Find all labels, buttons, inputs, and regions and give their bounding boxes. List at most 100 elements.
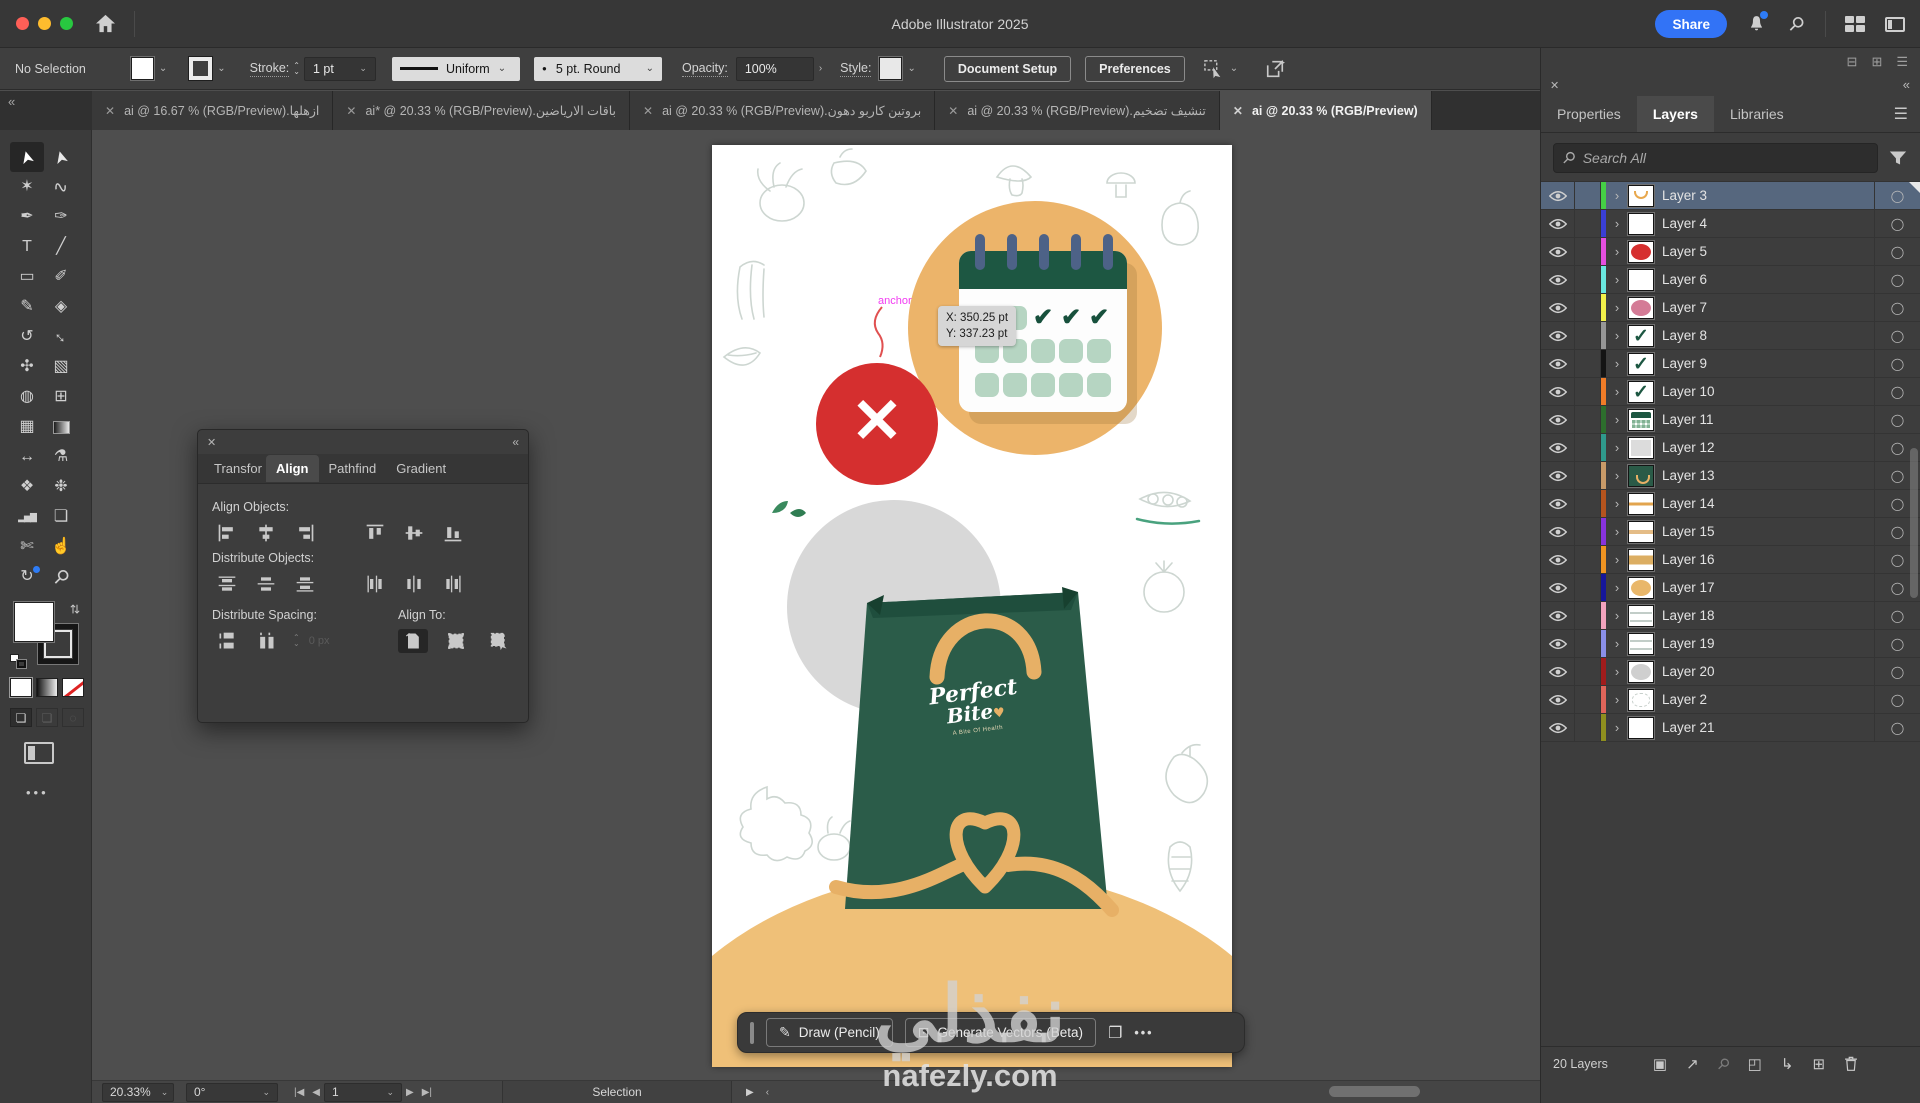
swap-fill-stroke-icon[interactable]: ⇄	[68, 604, 82, 614]
stroke-color-swatch[interactable]	[189, 57, 212, 80]
eyedropper-tool[interactable]: ⚗	[44, 442, 78, 472]
new-sublayer-icon[interactable]: ↳	[1781, 1055, 1794, 1073]
layer-target-icon[interactable]: ◯	[1874, 182, 1920, 209]
layer-target-icon[interactable]: ◯	[1874, 686, 1920, 713]
expand-chevron-icon[interactable]: ›	[1606, 328, 1628, 343]
layer-target-icon[interactable]: ◯	[1874, 210, 1920, 237]
layer-name[interactable]: Layer 5	[1654, 244, 1874, 259]
fill-proxy-swatch[interactable]	[14, 602, 54, 642]
lock-toggle-cell[interactable]	[1575, 350, 1601, 377]
layer-row[interactable]: › Layer 18 ◯	[1541, 602, 1920, 630]
lock-toggle-cell[interactable]	[1575, 518, 1601, 545]
lock-toggle-cell[interactable]	[1575, 686, 1601, 713]
color-button[interactable]	[10, 678, 32, 697]
layer-thumbnail[interactable]	[1628, 409, 1654, 431]
slice-tool[interactable]: ✄	[10, 532, 44, 562]
home-icon[interactable]	[95, 14, 116, 33]
layer-row[interactable]: › Layer 3 ◯	[1541, 182, 1920, 210]
rotate-view-tool[interactable]: ↻	[10, 562, 44, 592]
expand-chevron-icon[interactable]: ›	[1606, 580, 1628, 595]
layer-thumbnail[interactable]	[1628, 185, 1654, 207]
dock-icon-2[interactable]: ⊞	[1871, 54, 1882, 70]
zoom-window-button[interactable]	[60, 17, 73, 30]
close-window-button[interactable]	[16, 17, 29, 30]
layer-name[interactable]: Layer 7	[1654, 300, 1874, 315]
layer-thumbnail[interactable]	[1628, 605, 1654, 627]
layer-row[interactable]: › Layer 7 ◯	[1541, 294, 1920, 322]
artboard-number-select[interactable]: 1⌄	[324, 1083, 402, 1102]
vertical-align-center-icon[interactable]	[399, 521, 429, 545]
horizontal-distribute-space-icon[interactable]	[251, 629, 281, 653]
layer-thumbnail[interactable]	[1628, 381, 1654, 403]
horizontal-distribute-left-icon[interactable]	[360, 572, 390, 596]
panel-frame-icon[interactable]	[1884, 13, 1906, 35]
visibility-eye-icon[interactable]	[1541, 518, 1575, 545]
style-swatch[interactable]	[879, 57, 902, 80]
align-panel-close-icon[interactable]: ✕	[207, 436, 216, 449]
lock-toggle-cell[interactable]	[1575, 238, 1601, 265]
stroke-weight-label[interactable]: Stroke:	[250, 61, 290, 77]
visibility-eye-icon[interactable]	[1541, 630, 1575, 657]
opacity-field[interactable]: 100%	[736, 57, 814, 81]
expand-chevron-icon[interactable]: ›	[1606, 216, 1628, 231]
layer-thumbnail[interactable]	[1628, 437, 1654, 459]
document-tab[interactable]: ✕ ai @ 20.33 % (RGB/Preview).تنشيف تضخيم	[935, 91, 1220, 130]
shape-builder-tool[interactable]: ◍	[10, 382, 44, 412]
align-to-key-object-icon[interactable]	[484, 629, 514, 653]
layer-row[interactable]: › Layer 21 ◯	[1541, 714, 1920, 742]
layer-row[interactable]: › Layer 2 ◯	[1541, 686, 1920, 714]
lock-toggle-cell[interactable]	[1575, 266, 1601, 293]
opacity-label[interactable]: Opacity:	[682, 61, 728, 77]
layer-target-icon[interactable]: ◯	[1874, 378, 1920, 405]
rotation-select[interactable]: 0°⌄	[186, 1083, 278, 1102]
expand-chevron-icon[interactable]: ›	[1606, 244, 1628, 259]
gradient-button[interactable]	[36, 678, 58, 697]
layer-row[interactable]: › Layer 12 ◯	[1541, 434, 1920, 462]
curvature-tool[interactable]: ✑	[44, 202, 78, 232]
layer-name[interactable]: Layer 13	[1654, 468, 1874, 483]
align-panel-tab[interactable]: Pathfind	[319, 455, 387, 482]
layer-row[interactable]: › Layer 19 ◯	[1541, 630, 1920, 658]
workspace-panes-icon[interactable]	[1844, 13, 1866, 35]
rectangle-tool[interactable]: ▭	[10, 262, 44, 292]
draw-normal-icon[interactable]: ❏	[10, 708, 32, 727]
expand-chevron-icon[interactable]: ›	[1606, 412, 1628, 427]
line-segment-tool[interactable]: ╱	[44, 232, 78, 262]
share-button[interactable]: Share	[1655, 10, 1727, 38]
artboard[interactable]: ✕ ✔✔✔ anchor X: 350.25 pt Y: 337.23 pt	[712, 145, 1232, 1067]
close-tab-icon[interactable]: ✕	[105, 104, 115, 118]
visibility-eye-icon[interactable]	[1541, 434, 1575, 461]
brush-definition-select[interactable]: ● 5 pt. Round ⌄	[534, 57, 662, 81]
clipping-mask-icon[interactable]: ◰	[1748, 1055, 1762, 1073]
direct-selection-tool[interactable]: ➤	[44, 142, 78, 172]
previous-artboard-icon[interactable]: ◀	[312, 1087, 320, 1098]
lock-toggle-cell[interactable]	[1575, 602, 1601, 629]
last-artboard-icon[interactable]: ▶|	[422, 1087, 432, 1098]
style-chevron-icon[interactable]: ⌄	[907, 63, 915, 74]
document-setup-button[interactable]: Document Setup	[944, 56, 1071, 82]
visibility-eye-icon[interactable]	[1541, 686, 1575, 713]
close-tab-icon[interactable]: ✕	[948, 104, 958, 118]
layer-name[interactable]: Layer 4	[1654, 216, 1874, 231]
layer-name[interactable]: Layer 19	[1654, 636, 1874, 651]
layer-name[interactable]: Layer 9	[1654, 356, 1874, 371]
expand-chevron-icon[interactable]: ›	[1606, 692, 1628, 707]
zoom-level-select[interactable]: 20.33%⌄	[102, 1083, 174, 1102]
zoom-tool[interactable]: ⚲	[44, 562, 78, 592]
layer-name[interactable]: Layer 20	[1654, 664, 1874, 679]
layer-thumbnail[interactable]	[1628, 465, 1654, 487]
free-transform-tool[interactable]: ▧	[44, 352, 78, 382]
layer-target-icon[interactable]: ◯	[1874, 406, 1920, 433]
layer-target-icon[interactable]: ◯	[1874, 294, 1920, 321]
export-arrow-icon[interactable]: ↗	[1686, 1055, 1699, 1073]
expand-chevron-icon[interactable]: ›	[1606, 188, 1628, 203]
layer-thumbnail[interactable]	[1628, 297, 1654, 319]
layer-name[interactable]: Layer 21	[1654, 720, 1874, 735]
lock-toggle-cell[interactable]	[1575, 714, 1601, 741]
none-button[interactable]	[62, 678, 84, 697]
preferences-button[interactable]: Preferences	[1085, 56, 1185, 82]
horizontal-align-center-icon[interactable]	[251, 521, 281, 545]
expand-chevron-icon[interactable]: ›	[1606, 552, 1628, 567]
lock-toggle-cell[interactable]	[1575, 546, 1601, 573]
lock-toggle-cell[interactable]	[1575, 378, 1601, 405]
